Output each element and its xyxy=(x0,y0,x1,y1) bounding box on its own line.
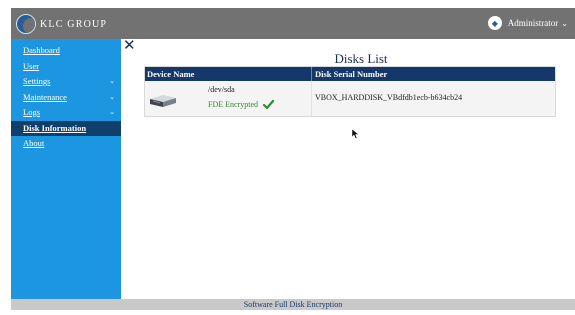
sidebar-item-user[interactable]: User xyxy=(11,59,121,75)
logo-icon xyxy=(16,14,36,34)
user-name: Administrator xyxy=(507,18,559,28)
sidebar-item-maintenance[interactable]: Maintenance ⌄ xyxy=(11,90,121,106)
sidebar-item-disk-information[interactable]: Disk Information xyxy=(11,120,121,136)
encryption-status-label: FDE Encrypted xyxy=(208,100,258,109)
sidebar-item-label: Maintenance xyxy=(23,91,67,102)
disks-table: Device Name Disk Serial Number /dev/sda … xyxy=(144,66,556,117)
main-content: ✕ Disks List Device Name Disk Serial Num… xyxy=(121,36,575,299)
checkmark-icon xyxy=(263,100,274,109)
hard-disk-icon xyxy=(150,95,176,107)
user-shield-icon: ◆ xyxy=(487,16,502,30)
device-cell: /dev/sda FDE Encrypted xyxy=(145,81,312,116)
chevron-down-icon: ⌄ xyxy=(109,92,115,101)
left-margin xyxy=(0,0,11,315)
column-header-device-name: Device Name xyxy=(145,67,312,81)
chevron-down-icon: ⌄ xyxy=(109,77,115,85)
serial-cell: VBOX_HARDDISK_VBdfdb1ecb-b634cb24 xyxy=(312,81,555,116)
sidebar-item-dashboard[interactable]: Dashboard xyxy=(11,43,121,59)
sidebar-item-label: Disk Information xyxy=(23,122,87,133)
table-header: Device Name Disk Serial Number xyxy=(145,67,555,81)
disk-serial-number: VBOX_HARDDISK_VBdfdb1ecb-b634cb24 xyxy=(315,93,463,102)
sidebar-item-label: Dashboard xyxy=(23,45,60,55)
column-header-serial-number: Disk Serial Number xyxy=(315,69,388,79)
chevron-down-icon: ⌄ xyxy=(561,18,568,28)
bottom-margin xyxy=(0,310,575,315)
brand-logo[interactable]: KLC GROUP xyxy=(16,14,107,34)
top-bar: KLC GROUP ◆ Administrator ⌄ xyxy=(11,8,575,39)
sidebar-item-logs[interactable]: Logs ⌄ xyxy=(11,105,121,121)
device-name: /dev/sda xyxy=(208,85,235,94)
sidebar-item-label: Settings xyxy=(23,76,51,86)
page-title: Disks List xyxy=(334,51,388,66)
sidebar-item-settings[interactable]: Settings ⌄ xyxy=(11,74,121,90)
encryption-status: FDE Encrypted xyxy=(208,100,274,109)
sidebar-item-label: About xyxy=(23,138,45,148)
mouse-pointer-icon xyxy=(352,129,359,139)
sidebar: Dashboard User Settings ⌄ Maintenance ⌄ Lo… xyxy=(11,39,121,299)
sidebar-item-label: Logs xyxy=(23,107,40,117)
app-window: KLC GROUP ◆ Administrator ⌄ Dashboard Us… xyxy=(0,0,575,315)
footer-text: Software Full Disk Encryption xyxy=(243,300,343,309)
sidebar-item-about[interactable]: About xyxy=(11,136,121,152)
footer: Software Full Disk Encryption xyxy=(11,299,575,310)
user-menu[interactable]: ◆ Administrator ⌄ xyxy=(487,16,568,30)
sidebar-item-label: User xyxy=(23,60,40,71)
table-row[interactable]: /dev/sda FDE Encrypted VBOX_HARDDISK_VBd… xyxy=(145,81,555,116)
chevron-down-icon: ⌄ xyxy=(109,108,115,116)
brand-name: KLC GROUP xyxy=(40,18,108,30)
